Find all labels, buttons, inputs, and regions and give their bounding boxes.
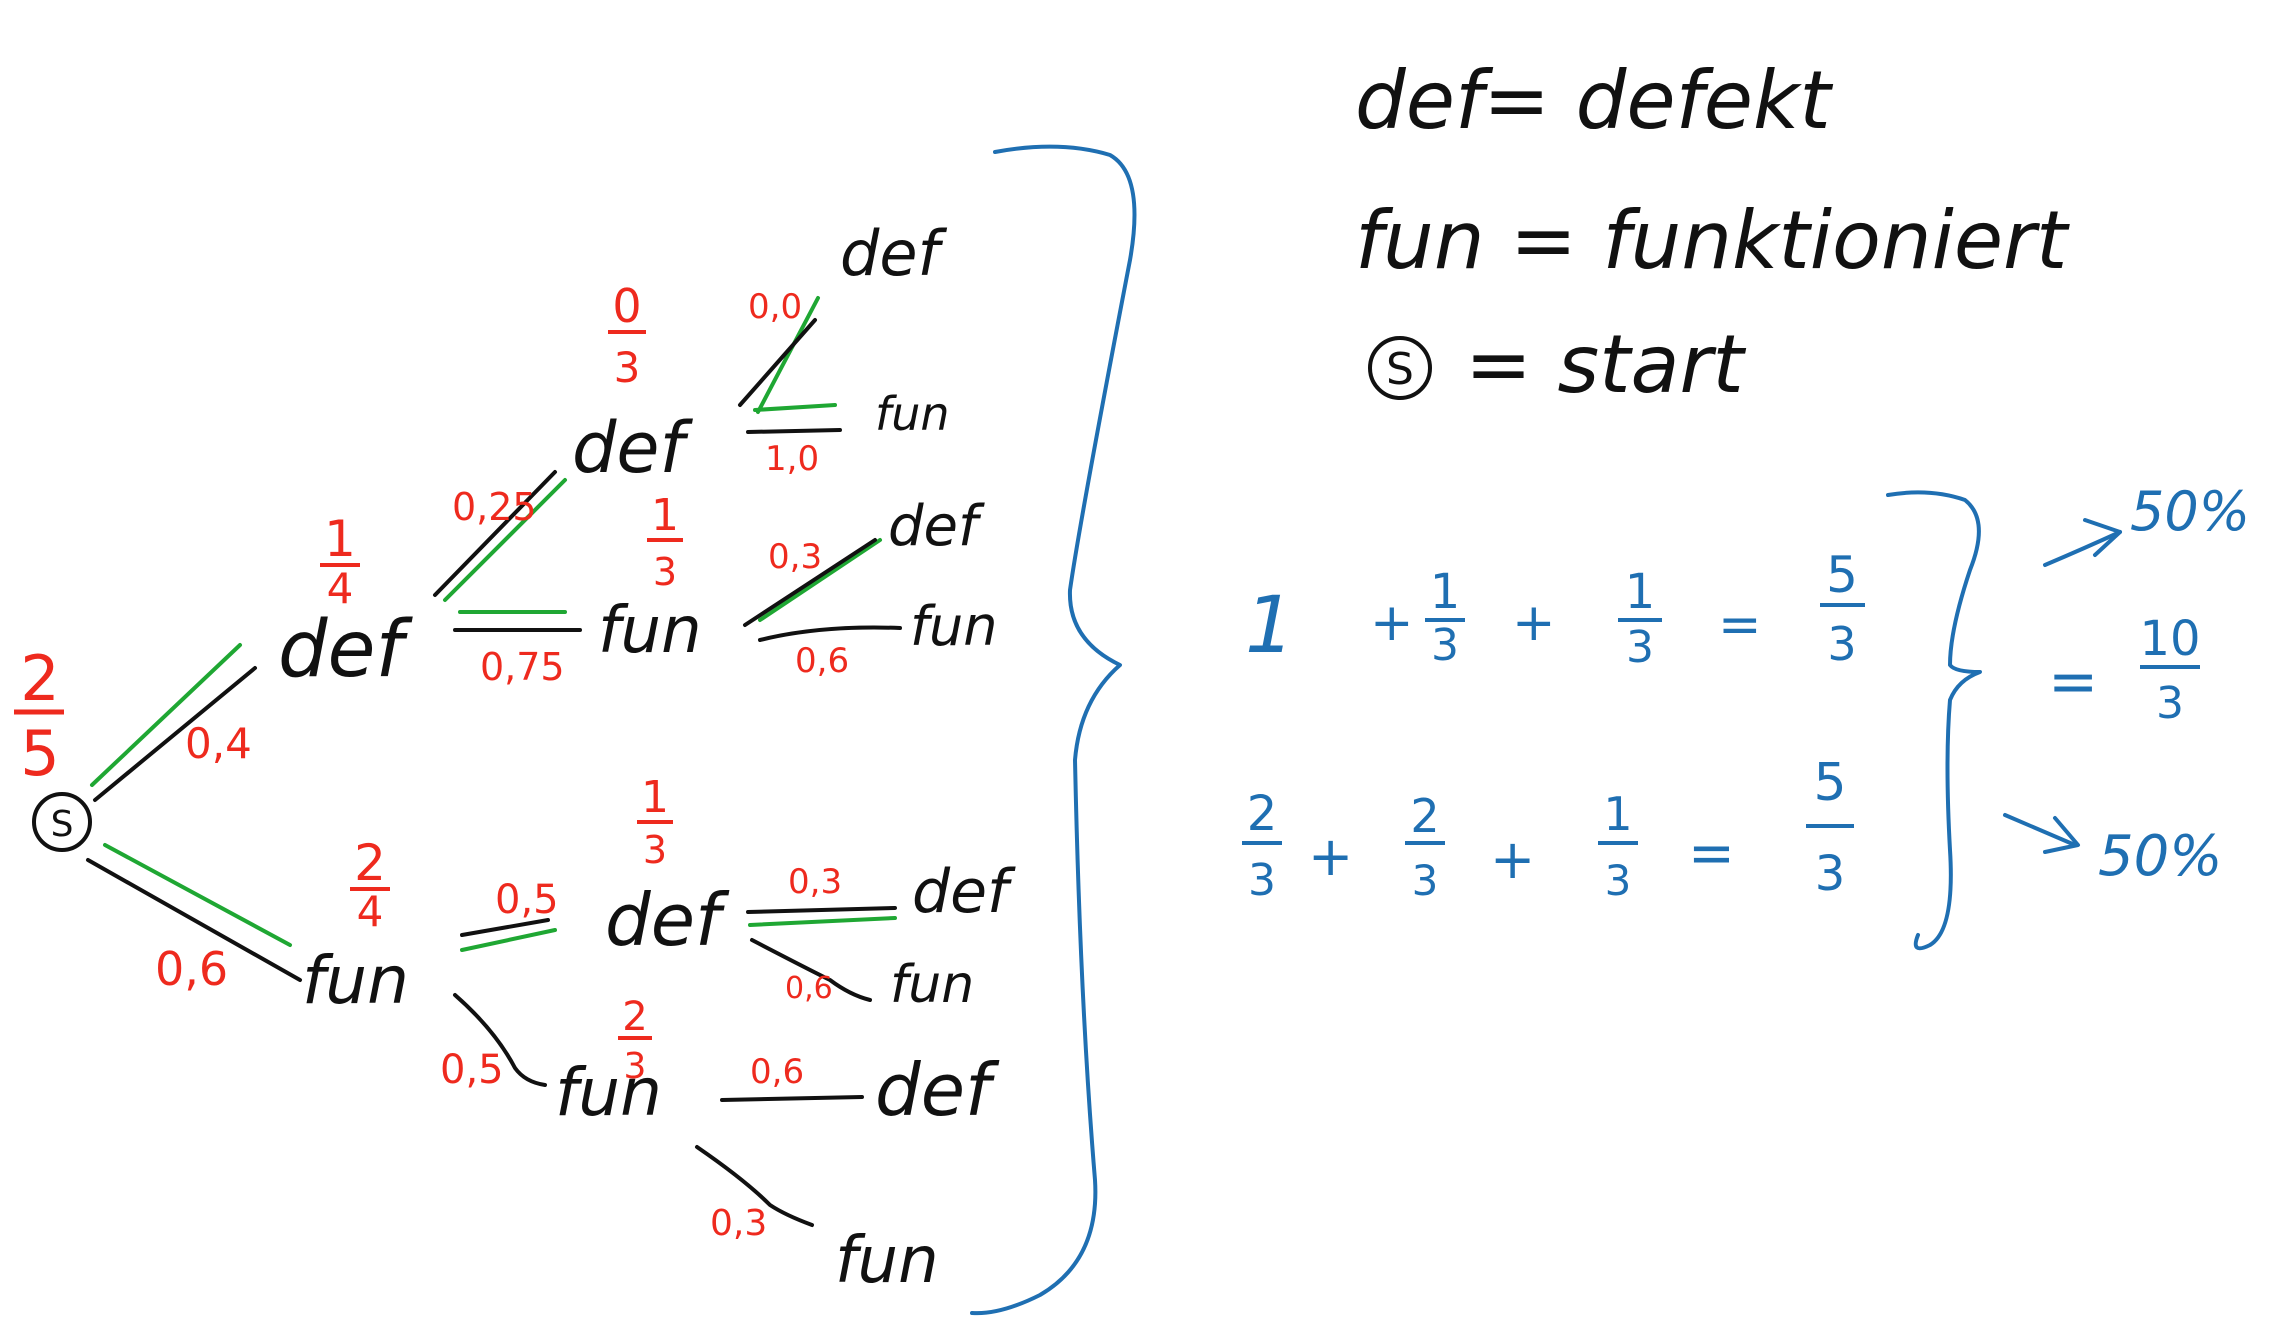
branch-green-def-b-def (748, 916, 897, 927)
tree-diagram-board: def= defekt fun = funktioniert S = start… (14, 54, 2250, 1316)
prob-fun-b-fun: 0,3 (710, 1203, 767, 1244)
legend-fun: fun = funktioniert (1355, 194, 2070, 287)
percent-bottom: 50% (2003, 813, 2222, 889)
prob-fun-a-fun: 0,6 (795, 641, 849, 681)
total-num: 10 (2139, 611, 2200, 667)
branches-level2: 0,25 0,75 0,5 0,5 (433, 470, 582, 1093)
prob-fun-b-def: 0,6 (750, 1052, 804, 1092)
legend-start: = start (1465, 318, 1746, 411)
leaf-fun-3: fun (890, 955, 974, 1015)
prob-def-a-def: 0,0 (748, 287, 802, 327)
row1-c-den: 3 (1626, 622, 1654, 673)
row1-result-den: 3 (1827, 617, 1856, 671)
arrow-top-shaft (2043, 530, 2122, 567)
branch-green-def-a-fun (753, 403, 837, 412)
l1-fun-fraction-num: 2 (354, 834, 386, 892)
row2-plus-1: + (1308, 825, 1353, 888)
row2-result-den: 3 (1815, 846, 1846, 902)
prob-fun-a-def: 0,3 (768, 537, 822, 577)
row1-b-den: 3 (1431, 620, 1459, 671)
l2-fun-a-fraction-den: 3 (653, 550, 677, 594)
legend: def= defekt fun = funktioniert S = start (1355, 54, 2070, 411)
prob-l1fun-def: 0,5 (495, 877, 559, 923)
branch-green-s-fun (103, 843, 292, 947)
level2-nodes: def 0 3 fun 1 3 def 1 3 fun 2 3 (555, 279, 730, 1131)
l2-def-b-fraction-num: 1 (641, 772, 669, 823)
small-curly-brace (1886, 490, 1982, 951)
row1-c-num: 1 (1625, 564, 1656, 620)
row1-b-num: 1 (1430, 564, 1461, 620)
leaf-fun-1: fun (875, 387, 950, 441)
prob-s-def: 0,4 (185, 719, 252, 768)
row2-b-num: 2 (1410, 789, 1439, 843)
prob-def-b-def: 0,3 (788, 862, 842, 902)
prob-def-a-fun: 1,0 (765, 439, 819, 479)
branch-fun-b-def (720, 1095, 864, 1102)
node-l2-def-a: def (572, 407, 694, 489)
row2-plus-2: + (1490, 828, 1535, 891)
row2-equals: = (1688, 821, 1735, 886)
level1-nodes: def 1 4 fun 2 4 (278, 510, 414, 1019)
start-fraction-den: 5 (20, 717, 59, 790)
node-l2-fun-a: fun (598, 594, 702, 668)
prob-l1def-def: 0,25 (452, 485, 537, 529)
node-l1-fun: fun (302, 942, 409, 1019)
row1-plus-1: + (1370, 593, 1414, 653)
l1-def-fraction-num: 1 (324, 510, 356, 568)
node-l1-def: def (278, 605, 414, 695)
percent-top: 50% (2043, 480, 2250, 567)
l2-def-a-fraction-den: 3 (614, 343, 641, 392)
l2-def-a-fraction-num: 0 (612, 279, 641, 333)
prob-def-b-fun: 0,6 (785, 971, 833, 1006)
prob-s-fun: 0,6 (155, 942, 228, 996)
row2-c-den: 3 (1605, 856, 1632, 905)
l2-fun-a-fraction-num: 1 (651, 490, 679, 541)
calculation-row-2: 2 3 + 2 3 + 1 3 = 5 3 (1242, 753, 1854, 906)
total-result: = 10 3 (2048, 611, 2201, 729)
prob-l1fun-fun: 0,5 (440, 1047, 504, 1093)
legend-start-symbol: S (1386, 344, 1414, 395)
level3-leaves: def fun def fun def fun def fun (835, 217, 1016, 1298)
branch-fun-a-fun (758, 625, 902, 642)
pct-top-text: 50% (2130, 480, 2250, 543)
row1-plus-2: + (1512, 593, 1556, 653)
row2-b-den: 3 (1412, 856, 1439, 905)
row1-term-a: 1 (1245, 581, 1295, 671)
l1-fun-fraction-den: 4 (357, 887, 384, 936)
row1-result-num: 5 (1826, 546, 1858, 604)
row2-c-num: 1 (1603, 787, 1632, 841)
branch-def-a-def (738, 318, 817, 407)
row1-equals: = (1718, 595, 1762, 655)
big-curly-brace (970, 144, 1137, 1316)
branch-def-a-fun (746, 428, 842, 434)
branch-def-b-def (746, 906, 897, 914)
leaf-def-4: def (875, 1048, 1000, 1132)
row2-a-num: 2 (1247, 786, 1278, 842)
total-den: 3 (2156, 678, 2184, 729)
l1-def-fraction-den: 4 (327, 564, 354, 613)
l2-def-b-fraction-den: 3 (643, 828, 667, 872)
leaf-fun-2: fun (910, 595, 997, 658)
l2-fun-b-fraction-den: 3 (624, 1046, 647, 1087)
start-node: S 2 5 (14, 642, 92, 852)
leaf-def-3: def (912, 857, 1016, 927)
arrow-top-head (2083, 518, 2122, 557)
calculation-row-1: 1 + 1 3 + 1 3 = 5 3 (1245, 546, 1865, 673)
branches-level3: 0,0 1,0 0,3 0,6 0,3 0,6 0,6 0,3 (695, 287, 902, 1244)
node-l2-def-b: def (605, 878, 730, 962)
row2-a-den: 3 (1248, 855, 1276, 906)
total-equals: = (2048, 647, 2098, 717)
legend-def: def= defekt (1355, 54, 1833, 147)
leaf-def-2: def (888, 494, 985, 559)
branches-level1: 0,4 0,6 (86, 643, 302, 996)
start-fraction-num: 2 (20, 642, 59, 715)
start-node-label: S (51, 804, 74, 845)
prob-l1def-fun: 0,75 (480, 645, 565, 689)
l2-fun-b-fraction-num: 2 (622, 994, 647, 1040)
leaf-fun-4: fun (835, 1224, 939, 1298)
pct-bottom-text: 50% (2098, 824, 2222, 889)
leaf-def-1: def (840, 217, 948, 290)
row2-result-num: 5 (1813, 753, 1846, 813)
